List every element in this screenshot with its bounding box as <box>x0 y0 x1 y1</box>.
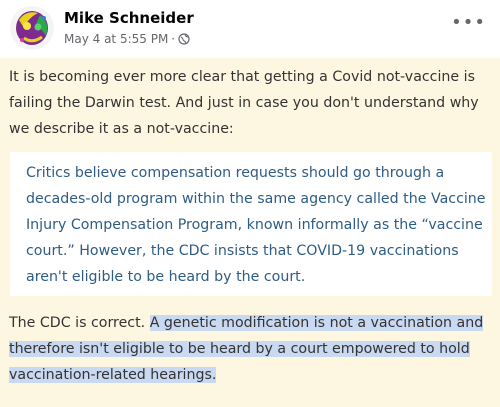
closing-plain-text: The CDC is correct. <box>9 315 150 331</box>
globe-icon <box>178 33 190 45</box>
post-body: It is becoming ever more clear that gett… <box>0 58 500 407</box>
avatar[interactable] <box>10 6 54 50</box>
post-timestamp[interactable]: May 4 at 5:55 PM <box>64 32 168 46</box>
quote-block: Critics believe compensation requests sh… <box>10 152 492 296</box>
closing-paragraph: The CDC is correct. A genetic modificati… <box>9 310 494 388</box>
author-name[interactable]: Mike Schneider <box>64 9 194 27</box>
quote-text: Critics believe compensation requests sh… <box>26 165 486 285</box>
post-header: Mike Schneider May 4 at 5:55 PM · ••• <box>0 0 500 58</box>
avatar-image <box>10 6 54 50</box>
intro-paragraph: It is becoming ever more clear that gett… <box>9 69 479 137</box>
post-meta: May 4 at 5:55 PM · <box>64 32 190 46</box>
more-options-icon[interactable]: ••• <box>451 14 486 32</box>
meta-separator: · <box>171 32 176 46</box>
